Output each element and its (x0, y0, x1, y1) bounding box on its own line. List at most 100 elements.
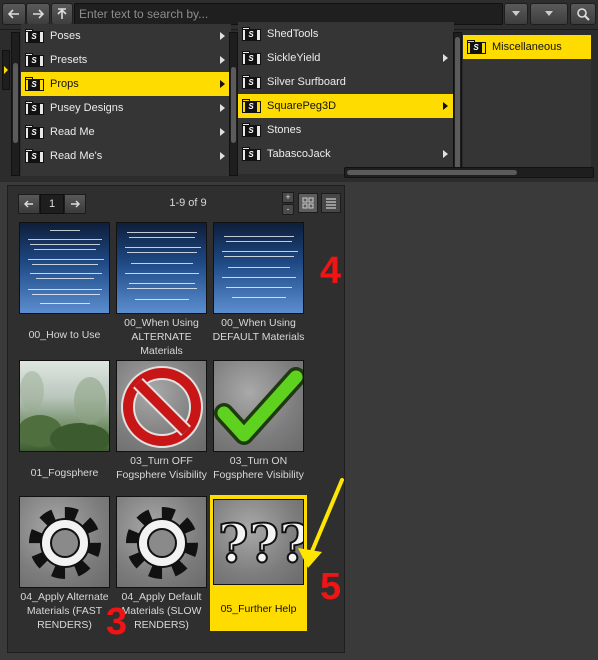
parent-folder-button[interactable] (51, 3, 73, 25)
list-view-button[interactable] (321, 193, 341, 213)
expand-arrow-icon (220, 104, 225, 112)
folder-icon: S (25, 53, 44, 67)
annotation-number-3: 3 (106, 601, 128, 643)
page-navigation: 1 (18, 194, 86, 214)
folder-icon: S (25, 101, 44, 115)
category-item-selected[interactable]: S Props (21, 72, 231, 96)
category-item-selected[interactable]: S Miscellaneous (463, 35, 591, 59)
column1-scrollbar[interactable] (11, 32, 20, 176)
back-button[interactable] (2, 3, 26, 25)
folder-icon: S (242, 27, 261, 41)
content-item[interactable]: 00_How to Use (16, 222, 113, 350)
content-panel: 1 1-9 of 9 + - 00_How to Use 00_When Usi… (7, 185, 345, 653)
document-thumbnail (19, 222, 110, 314)
grid-view-button[interactable] (298, 193, 318, 213)
search-button[interactable] (570, 3, 596, 25)
content-item[interactable]: 04_Apply Default Materials (SLOW RENDERS… (113, 496, 210, 632)
up-arrow-icon (57, 8, 67, 19)
annotation-number-4: 4 (320, 250, 342, 292)
back-arrow-icon (24, 200, 33, 208)
category-item[interactable]: S Presets (21, 48, 231, 72)
folder-icon: S (25, 125, 44, 139)
folder-icon: S (25, 149, 44, 163)
column2-scrollbar[interactable] (229, 32, 238, 176)
folder-icon: S (25, 77, 44, 91)
item-caption: 04_Apply Default Materials (SLOW RENDERS… (121, 591, 202, 631)
category-item[interactable]: S Stones (238, 118, 454, 142)
check-mark-icon (214, 367, 303, 445)
item-caption: 00_When Using DEFAULT Materials (212, 317, 305, 343)
gear-icon (126, 507, 198, 579)
gear-thumbnail (116, 496, 207, 588)
category-column-1: S Poses S Presets S Props S Pusey Designs SR… (21, 24, 231, 176)
question-marks-thumbnail: ??? (213, 499, 304, 585)
previous-page-button[interactable] (18, 194, 40, 214)
column-expand-handle[interactable] (2, 50, 10, 90)
folder-icon: S (242, 99, 261, 113)
search-options-dropdown[interactable] (530, 3, 568, 25)
zoom-out-button[interactable]: - (282, 204, 294, 215)
back-arrow-icon (8, 9, 19, 19)
category-browser: S Poses S Presets S Props S Pusey Designs SR… (0, 22, 598, 182)
expand-arrow-icon (220, 32, 225, 40)
category-column-3: S Miscellaneous (463, 35, 591, 167)
item-caption: 00_When Using ALTERNATE Materials (124, 317, 199, 357)
category-column-2: S ShedTools S SickleYield S Silver Surfboar… (238, 22, 454, 174)
category-item[interactable]: S ShedTools (238, 22, 454, 46)
forward-button[interactable] (26, 3, 50, 25)
forward-arrow-icon (71, 200, 80, 208)
fog-photo-thumbnail (19, 360, 110, 452)
magnifier-icon (577, 8, 590, 21)
gear-thumbnail (19, 496, 110, 588)
search-history-dropdown[interactable] (504, 3, 528, 25)
content-item[interactable]: 04_Apply Alternate Materials (FAST RENDE… (16, 496, 113, 632)
prohibited-sign-thumbnail (116, 360, 207, 452)
content-item[interactable]: 03_Turn OFF Fogsphere Visibility (113, 360, 210, 488)
item-caption: 04_Apply Alternate Materials (FAST RENDE… (20, 591, 109, 631)
next-page-button[interactable] (64, 194, 86, 214)
annotation-arrow-icon (298, 478, 344, 568)
category-item-selected[interactable]: S SquarePeg3D (238, 94, 454, 118)
expand-arrow-icon (443, 102, 448, 110)
category-item[interactable]: S Poses (21, 24, 231, 48)
item-caption: 03_Turn OFF Fogsphere Visibility (116, 455, 207, 481)
page-number-field[interactable]: 1 (40, 194, 64, 214)
content-item[interactable]: 01_Fogsphere (16, 360, 113, 488)
category-item[interactable]: S Silver Surfboard (238, 70, 454, 94)
folder-icon: S (242, 123, 261, 137)
thumbnail-size-control: + - (282, 192, 294, 216)
folder-icon: S (25, 29, 44, 43)
prohibited-icon (121, 366, 203, 448)
document-thumbnail (116, 222, 207, 314)
forward-arrow-icon (33, 9, 44, 19)
category-item[interactable]: S TabascoJack (238, 142, 454, 166)
expand-arrow-icon (220, 152, 225, 160)
gear-icon (29, 507, 101, 579)
expand-arrow-icon (443, 54, 448, 62)
chevron-down-icon (545, 11, 553, 16)
item-caption: 01_Fogsphere (30, 467, 99, 479)
folder-icon: S (242, 75, 261, 89)
category-item[interactable]: S Read Me's (21, 144, 231, 168)
expand-arrow-icon (443, 150, 448, 158)
item-caption: 05_Further Help (220, 603, 297, 615)
foliage-image (20, 371, 109, 451)
zoom-in-button[interactable]: + (282, 192, 294, 203)
browser-horizontal-scrollbar[interactable] (344, 167, 594, 178)
category-item[interactable]: S Read Me (21, 120, 231, 144)
category-item[interactable]: S Pusey Designs (21, 96, 231, 120)
folder-icon: S (242, 147, 261, 161)
content-item[interactable]: 00_When Using DEFAULT Materials (210, 222, 307, 350)
list-icon (326, 198, 336, 209)
column3-scrollbar[interactable] (453, 32, 462, 176)
item-caption: 00_How to Use (28, 329, 101, 341)
category-item[interactable]: S SickleYield (238, 46, 454, 70)
folder-icon: S (467, 40, 486, 54)
check-mark-thumbnail (213, 360, 304, 452)
content-item[interactable]: 00_When Using ALTERNATE Materials (113, 222, 210, 357)
expand-arrow-icon (220, 128, 225, 136)
item-count: 1-9 of 9 (169, 197, 207, 209)
expand-arrow-icon (220, 80, 225, 88)
content-item[interactable]: 03_Turn ON Fogsphere Visibility (210, 360, 307, 488)
chevron-down-icon (512, 11, 520, 16)
